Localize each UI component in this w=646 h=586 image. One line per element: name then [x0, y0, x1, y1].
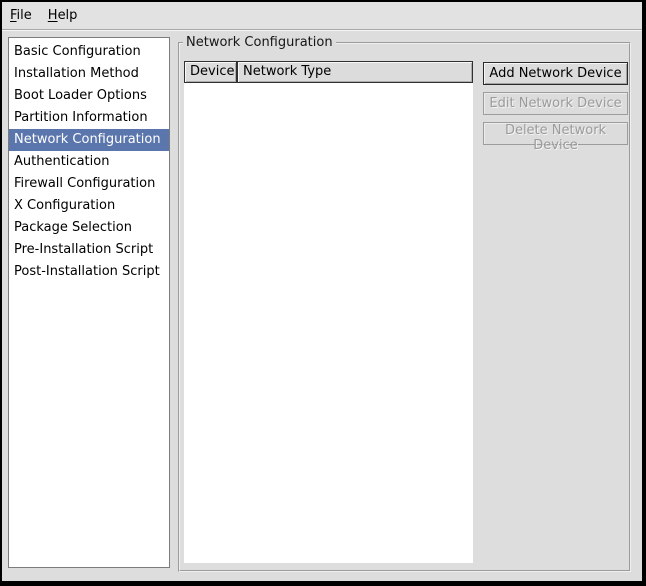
device-table-body[interactable] [184, 83, 473, 563]
frame-title: Network Configuration [183, 35, 336, 50]
edit-network-device-button[interactable]: Edit Network Device [483, 92, 628, 115]
column-header-device[interactable]: Device [184, 61, 237, 83]
device-button-column: Add Network Device Edit Network Device Del… [483, 62, 628, 152]
menu-label-rest: ile [17, 8, 32, 23]
menubar: FileHelp [2, 2, 642, 30]
sidebar-item-firewall-configuration[interactable]: Firewall Configuration [9, 173, 169, 195]
device-table-header: DeviceNetwork Type [184, 61, 473, 83]
delete-network-device-button[interactable]: Delete Network Device [483, 122, 628, 145]
add-network-device-button[interactable]: Add Network Device [483, 62, 628, 85]
menu-help[interactable]: Help [40, 5, 86, 26]
menu-accel-letter: H [48, 8, 58, 23]
sidebar-item-x-configuration[interactable]: X Configuration [9, 195, 169, 217]
sidebar-item-network-configuration[interactable]: Network Configuration [9, 129, 169, 151]
column-header-network-type[interactable]: Network Type [237, 61, 473, 83]
sidebar-item-boot-loader-options[interactable]: Boot Loader Options [9, 85, 169, 107]
section-list: Basic ConfigurationInstallation MethodBo… [8, 37, 170, 568]
sidebar-item-authentication[interactable]: Authentication [9, 151, 169, 173]
sidebar-item-partition-information[interactable]: Partition Information [9, 107, 169, 129]
menu-file[interactable]: File [2, 5, 40, 26]
sidebar-item-post-installation-script[interactable]: Post-Installation Script [9, 261, 169, 283]
sidebar-item-installation-method[interactable]: Installation Method [9, 63, 169, 85]
sidebar-item-package-selection[interactable]: Package Selection [9, 217, 169, 239]
menu-label-rest: elp [58, 8, 78, 23]
sidebar-item-basic-configuration[interactable]: Basic Configuration [9, 41, 169, 63]
sidebar-item-pre-installation-script[interactable]: Pre-Installation Script [9, 239, 169, 261]
kickstart-configurator-window: FileHelp Basic ConfigurationInstallation… [0, 0, 646, 586]
